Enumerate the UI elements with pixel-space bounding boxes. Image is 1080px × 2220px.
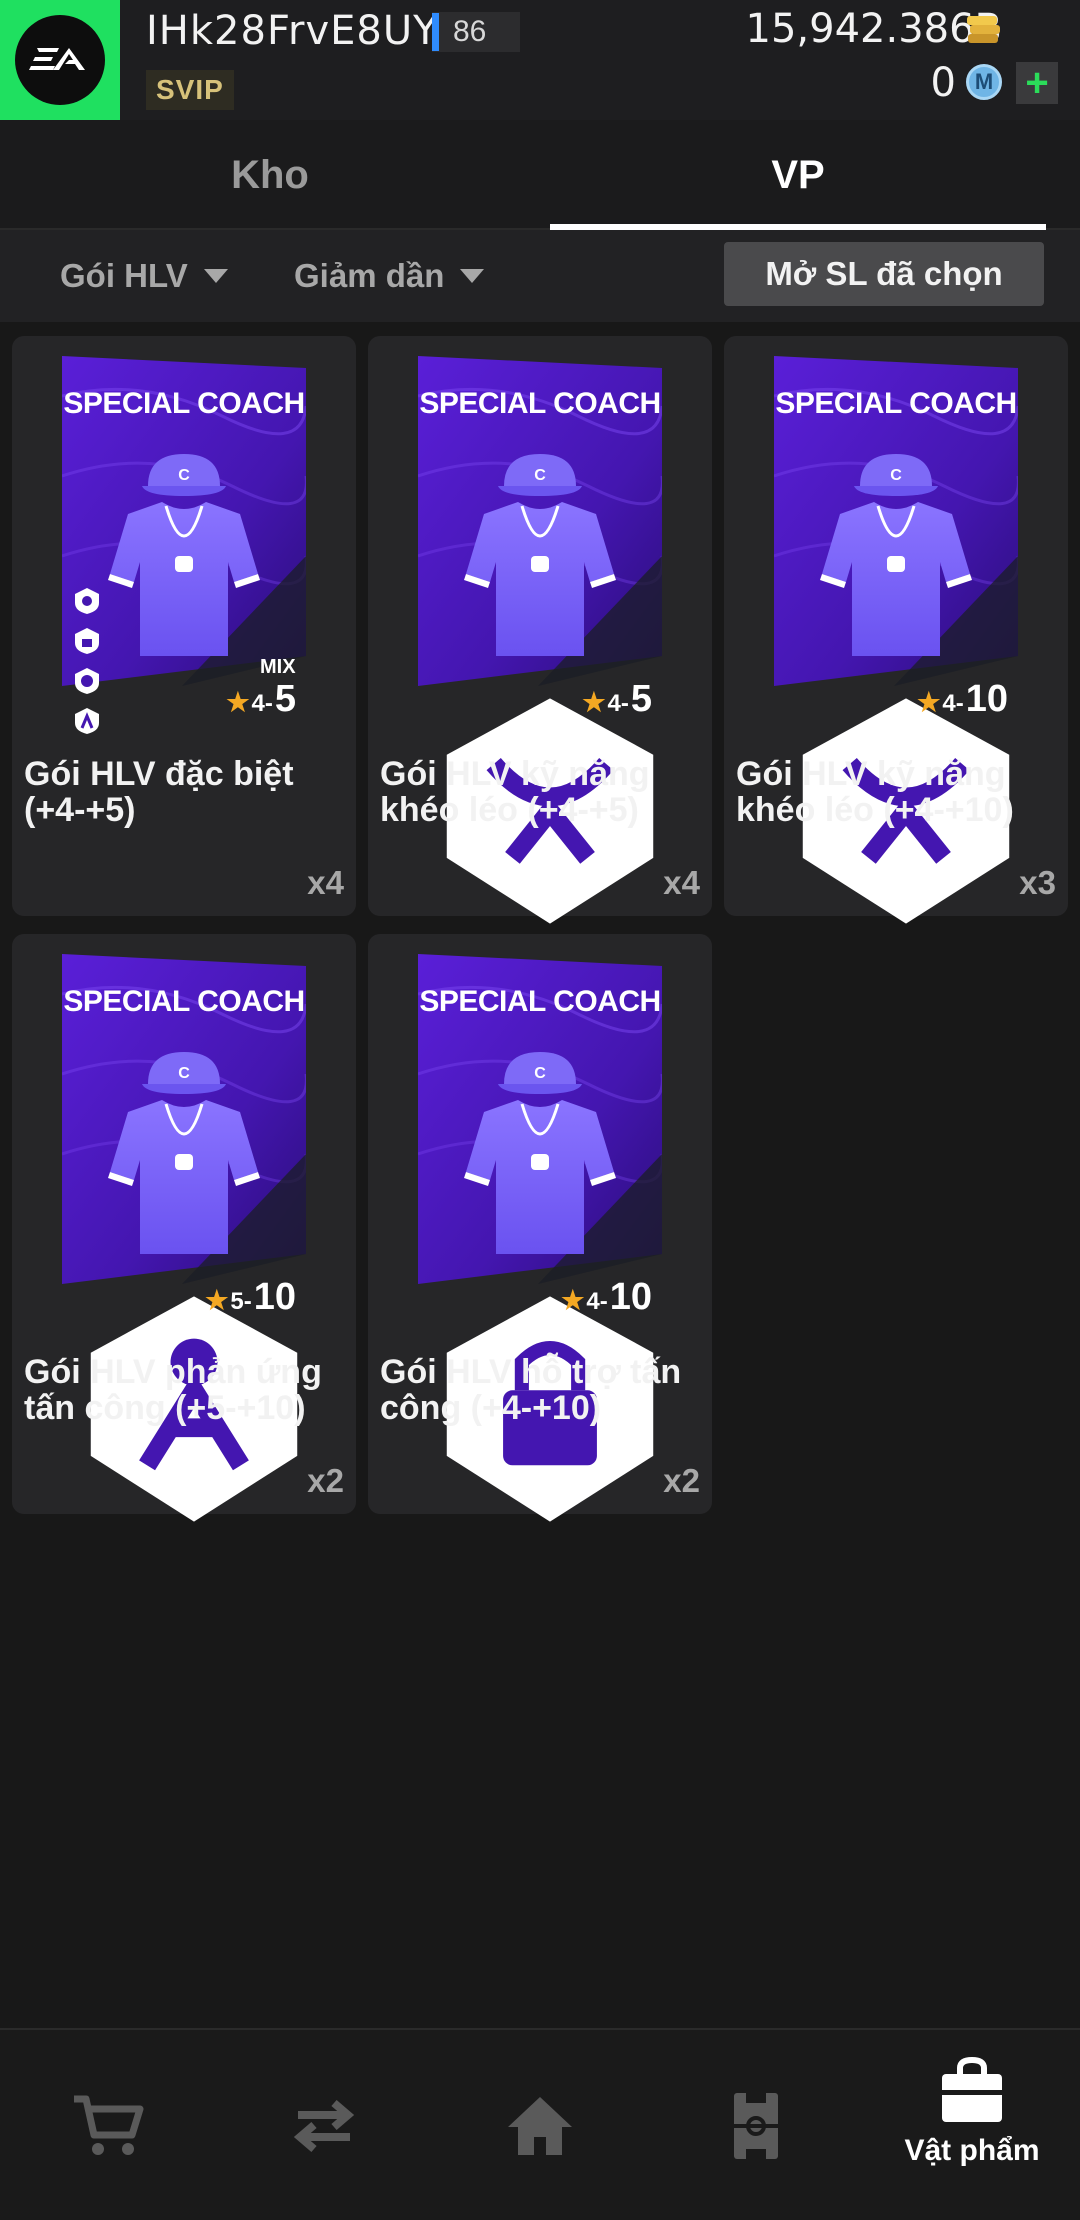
- special-coach-card: SPECIAL COACH ★ 4- 10: [418, 954, 662, 1522]
- card-title: SPECIAL COACH: [775, 387, 1017, 420]
- tab-bar: Kho VP: [0, 120, 1080, 230]
- sort-dropdown[interactable]: Giảm dần: [294, 230, 485, 322]
- nav-items[interactable]: Vật phẩm: [864, 2016, 1080, 2208]
- grade-low: 4-: [607, 690, 629, 717]
- grade-high: 10: [253, 1276, 296, 1318]
- ea-logo-icon: [29, 48, 85, 70]
- nav-squad[interactable]: [648, 2030, 864, 2220]
- grade-high: 10: [609, 1276, 652, 1318]
- grade-high: 10: [965, 678, 1008, 720]
- nav-transfer[interactable]: [216, 2030, 432, 2220]
- item-card[interactable]: SPECIAL COACH ★ 5- 10 Gói HLV phản ứng t…: [12, 934, 356, 1522]
- item-card[interactable]: SPECIAL COACH MIX ★ 4- 5 Gói HLV đặc biệ…: [12, 336, 356, 916]
- grade-range: ★ 4- 10: [917, 678, 1008, 721]
- vip-badge: SVIP: [146, 70, 234, 110]
- tab-kho[interactable]: Kho: [0, 120, 540, 230]
- home-icon: [508, 2097, 572, 2155]
- item-quantity: x2: [663, 1462, 700, 1499]
- username[interactable]: IHk28FrvE8UYr: [146, 8, 456, 54]
- caret-down-icon: [203, 269, 228, 283]
- item-quantity: x2: [307, 1462, 344, 1499]
- grade-high: 5: [274, 678, 296, 720]
- type-filter-dropdown[interactable]: Gói HLV: [60, 230, 228, 322]
- m-currency-count: 0: [930, 60, 956, 106]
- item-name: Gói HLV đặc biệt (+4-+5): [24, 755, 294, 829]
- level-badge: 86: [432, 12, 520, 52]
- ea-logo-circle: [15, 15, 105, 105]
- ball-skill-icon: [75, 668, 99, 694]
- item-card[interactable]: SPECIAL COACH ★ 4- 5 Gói HLV kỹ năng khé…: [368, 336, 712, 924]
- star-icon: ★: [205, 1285, 229, 1315]
- grade-low: 4-: [942, 690, 964, 717]
- lock-skill-icon: [75, 628, 99, 654]
- level-bar: [432, 13, 439, 51]
- item-card[interactable]: SPECIAL COACH ★ 4- 10 Gói HLV kỹ năng kh…: [724, 336, 1068, 924]
- item-name: Gói HLV kỹ năng khéo léo (+4-+5): [380, 755, 650, 829]
- item-name: Gói HLV phản ứng tấn công (+5-+10): [24, 1353, 322, 1427]
- star-icon: ★: [226, 687, 250, 717]
- caret-down-icon: [460, 269, 485, 283]
- grade-range: ★ 4- 5: [226, 678, 296, 721]
- type-filter-label: Gói HLV: [60, 257, 188, 294]
- card-title: SPECIAL COACH: [63, 985, 305, 1018]
- card-title: SPECIAL COACH: [63, 387, 305, 420]
- item-quantity: x4: [307, 864, 344, 901]
- item-quantity: x4: [663, 864, 700, 901]
- star-icon: ★: [582, 687, 606, 717]
- cart-icon: [74, 2095, 144, 2155]
- grade-range: ★ 5- 10: [205, 1276, 296, 1319]
- level-value: 86: [453, 15, 487, 48]
- special-coach-card: SPECIAL COACH ★ 5- 10: [62, 954, 306, 1522]
- add-currency-button[interactable]: +: [1016, 62, 1058, 104]
- open-selected-button[interactable]: Mở SL đã chọn: [724, 242, 1044, 306]
- bag-icon: [942, 2056, 1002, 2122]
- card-title: SPECIAL COACH: [419, 985, 661, 1018]
- sort-label: Giảm dần: [294, 257, 445, 294]
- ea-logo[interactable]: [0, 0, 120, 120]
- grade-low: 5-: [230, 1288, 252, 1315]
- grade-range: ★ 4- 10: [561, 1276, 652, 1319]
- nav-home[interactable]: [432, 2030, 648, 2220]
- grade-high: 5: [630, 678, 652, 720]
- item-name: Gói HLV kỹ năng khéo léo (+4-+10): [736, 755, 1014, 829]
- m-currency-icon: M: [966, 64, 1002, 100]
- nav-shop[interactable]: [0, 2030, 216, 2220]
- pitch-icon: [734, 2093, 778, 2159]
- grade-range: ★ 4- 5: [582, 678, 652, 721]
- item-name: Gói HLV hỗ trợ tấn công (+4-+10): [380, 1353, 682, 1427]
- special-coach-card: SPECIAL COACH MIX ★ 4- 5: [62, 356, 306, 734]
- mix-label: MIX: [260, 656, 296, 678]
- special-coach-card: SPECIAL COACH ★ 4- 5: [418, 356, 662, 924]
- grade-low: 4-: [251, 690, 273, 717]
- filter-bar: Gói HLV Giảm dần Mở SL đã chọn: [0, 230, 1080, 322]
- star-icon: ★: [561, 1285, 585, 1315]
- transfer-icon: [293, 2099, 355, 2153]
- nav-items-label: Vật phẩm: [904, 2134, 1040, 2167]
- tab-vp[interactable]: VP: [550, 120, 1046, 230]
- coin-stack-icon: [967, 16, 1000, 43]
- grade-low: 4-: [586, 1288, 608, 1315]
- run-skill-icon: [75, 708, 99, 734]
- shield-skill-icon: [75, 588, 99, 614]
- special-coach-card: SPECIAL COACH ★ 4- 10: [774, 356, 1018, 924]
- item-card[interactable]: SPECIAL COACH ★ 4- 10 Gói HLV hỗ trợ tấn…: [368, 934, 712, 1522]
- star-icon: ★: [917, 687, 941, 717]
- top-header: IHk28FrvE8UYr 86 SVIP 15,942.386B 0 M +: [0, 0, 1080, 120]
- card-title: SPECIAL COACH: [419, 387, 661, 420]
- bottom-navigation: Vật phẩm: [0, 2028, 1080, 2220]
- item-quantity: x3: [1019, 864, 1056, 901]
- skill-icons-column: [72, 586, 104, 746]
